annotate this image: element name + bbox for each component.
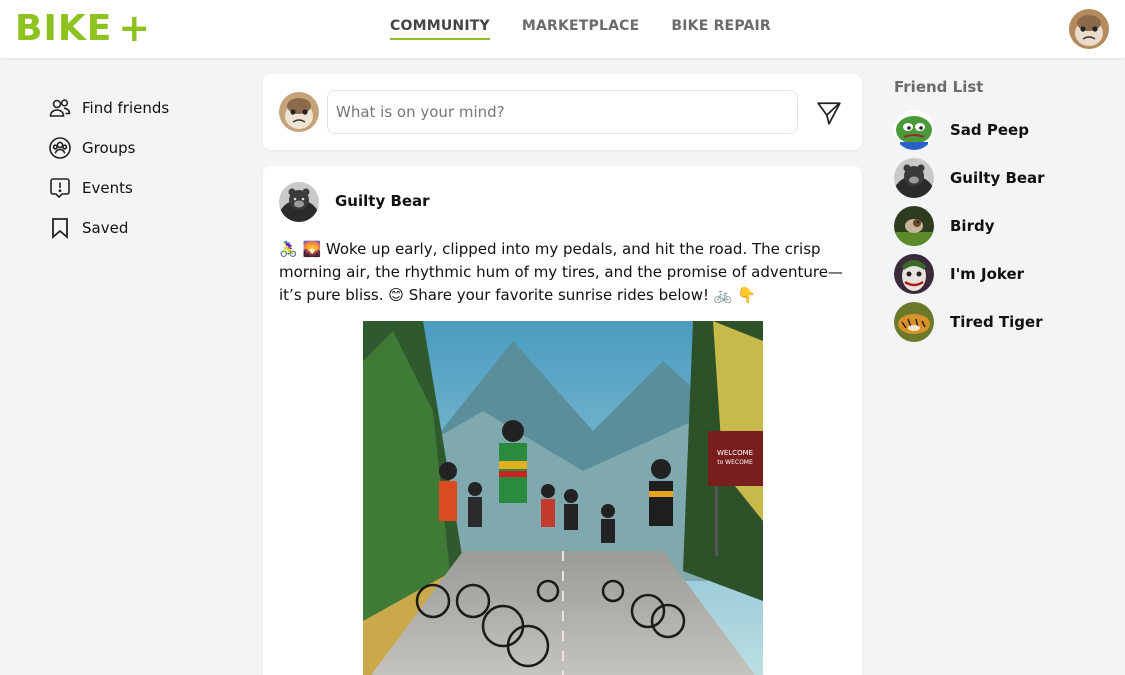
post-text: 🚴‍♀️ 🌄 Woke up early, clipped into my pe… <box>279 240 843 304</box>
avatar <box>894 206 934 246</box>
tab-bike-repair[interactable]: BIKE REPAIR <box>671 18 771 40</box>
post-composer <box>263 74 862 150</box>
sidebar-item-label: Find friends <box>82 99 170 117</box>
friend-item[interactable]: Guilty Bear <box>894 154 1114 202</box>
friend-name: Tired Tiger <box>950 313 1043 331</box>
brand-name: BIKE <box>15 7 113 49</box>
brand-logo[interactable]: BIKE + <box>15 6 152 50</box>
status-input[interactable] <box>327 90 798 134</box>
send-icon <box>817 102 841 125</box>
friend-item[interactable]: Sad Peep <box>894 106 1114 154</box>
avatar <box>894 254 934 294</box>
main-nav: COMMUNITY MARKETPLACE BIKE REPAIR <box>390 18 771 40</box>
user-avatar[interactable] <box>1069 9 1109 49</box>
feed-post: Guilty Bear 🚴‍♀️ 🌄 Woke up early, clippe… <box>263 166 862 675</box>
avatar <box>894 110 934 150</box>
sidebar-item-label: Events <box>82 179 133 197</box>
friend-name: Guilty Bear <box>950 169 1045 187</box>
friend-name: I'm Joker <box>950 265 1025 283</box>
bookmark-icon <box>52 218 68 239</box>
friend-item[interactable]: Tired Tiger <box>894 298 1114 346</box>
sidebar-item-label: Groups <box>82 139 136 157</box>
sidebar-item-events[interactable]: Events <box>48 168 248 208</box>
friend-item[interactable]: I'm Joker <box>894 250 1114 298</box>
people-icon <box>49 99 71 117</box>
post-author[interactable]: Guilty Bear <box>335 192 430 210</box>
friend-list: Friend List Sad Peep Guilty Bear Birdy I… <box>894 78 1114 346</box>
sidebar: Find friends Groups Events Saved <box>48 88 248 248</box>
sign-text-1: WELCOME <box>717 449 753 457</box>
brand-plus: + <box>118 6 152 50</box>
tab-marketplace[interactable]: MARKETPLACE <box>522 18 640 40</box>
avatar[interactable] <box>279 182 319 222</box>
alert-message-icon <box>50 178 70 199</box>
avatar <box>894 158 934 198</box>
avatar <box>894 302 934 342</box>
friend-list-title: Friend List <box>894 78 984 96</box>
post-image[interactable]: WELCOME to WECOME <box>363 321 763 675</box>
friend-item[interactable]: Birdy <box>894 202 1114 250</box>
groups-icon <box>49 137 71 159</box>
sidebar-item-saved[interactable]: Saved <box>48 208 248 248</box>
avatar <box>279 92 319 132</box>
sidebar-item-label: Saved <box>82 219 129 237</box>
friend-name: Birdy <box>950 217 995 235</box>
top-bar: BIKE + COMMUNITY MARKETPLACE BIKE REPAIR <box>0 0 1125 58</box>
tab-community[interactable]: COMMUNITY <box>390 18 490 40</box>
sidebar-item-groups[interactable]: Groups <box>48 128 248 168</box>
sign-text-2: to WECOME <box>717 459 753 466</box>
friend-name: Sad Peep <box>950 121 1029 139</box>
send-button[interactable] <box>816 100 842 126</box>
sidebar-item-find-friends[interactable]: Find friends <box>48 88 248 128</box>
